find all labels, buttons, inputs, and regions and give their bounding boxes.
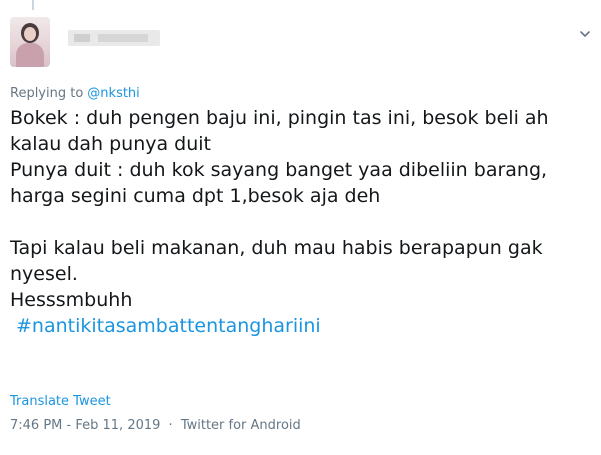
tweet-date[interactable]: Feb 11, 2019 [75,418,160,433]
hashtag-link[interactable]: #nantikitasambattentanghariini [10,315,321,337]
tweet-source[interactable]: Twitter for Android [181,418,301,433]
tweet-line: nyesel. [10,263,78,285]
meta-separator: · [168,418,173,433]
tweet-line: kalau dah punya duit [10,133,212,155]
replying-to: Replying to @nksthi [10,86,140,101]
thread-line [32,0,34,10]
tweet-line: Tapi kalau beli makanan, duh mau habis b… [10,237,543,259]
tweet-line: Hesssmbuhh [10,289,133,311]
tweet-text: Bokek : duh pengen baju ini, pingin tas … [10,105,595,339]
tweet-line: Punya duit : duh kok sayang banget yaa d… [10,159,548,181]
user-name-redacted[interactable] [68,30,160,46]
replying-to-label: Replying to [10,86,84,101]
tweet-time[interactable]: 7:46 PM [10,418,62,433]
translate-tweet-link[interactable]: Translate Tweet [10,394,111,409]
tweet-meta: 7:46 PM - Feb 11, 2019 · Twitter for And… [10,418,301,433]
reply-handle-link[interactable]: @nksthi [87,86,140,101]
avatar[interactable] [10,17,50,67]
chevron-down-icon[interactable] [578,26,592,40]
tweet-line: harga segini cuma dpt 1,besok aja deh [10,185,381,207]
tweet-card: Replying to @nksthi Bokek : duh pengen ba… [0,0,601,455]
tweet-line: Bokek : duh pengen baju ini, pingin tas … [10,107,549,129]
